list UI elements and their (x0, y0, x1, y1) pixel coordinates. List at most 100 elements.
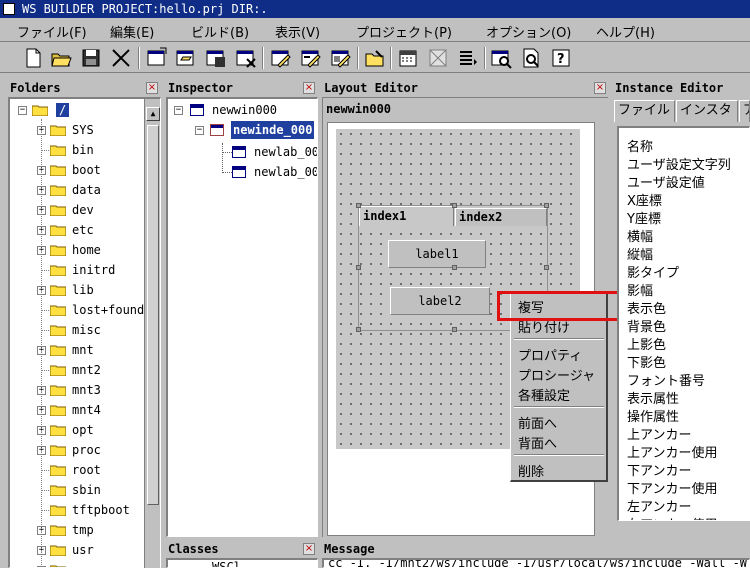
resize-handle[interactable] (544, 265, 549, 270)
layout-editor-close-icon[interactable]: × (594, 82, 606, 94)
property-item[interactable]: 上影色 (627, 334, 666, 353)
property-item[interactable]: 表示属性 (627, 388, 679, 407)
class-folder-icon[interactable] (364, 47, 386, 69)
folder-item[interactable]: +var (10, 561, 146, 567)
tab-instance[interactable]: インスタ (676, 100, 738, 122)
menu-help[interactable]: ヘルプ(H) (596, 22, 655, 41)
image-x-icon[interactable] (427, 47, 449, 69)
folder-item[interactable]: + dev (10, 201, 146, 221)
close-window-icon[interactable] (235, 47, 257, 69)
property-item[interactable]: 表示色 (627, 298, 666, 317)
save-window-icon[interactable] (205, 47, 227, 69)
label1-widget[interactable]: label1 (388, 240, 486, 268)
resize-handle[interactable] (452, 327, 457, 332)
ctx-send-back[interactable]: 背面へ (518, 433, 557, 452)
folder-item[interactable]: + home (10, 241, 146, 261)
menu-edit[interactable]: 編集(E) (110, 22, 154, 41)
menu-build[interactable]: ビルド(B) (191, 22, 249, 41)
tab-index1[interactable]: index1 (359, 206, 454, 226)
ctx-delete[interactable]: 削除 (518, 461, 544, 480)
property-item[interactable]: 背景色 (627, 316, 666, 335)
search-doc-icon[interactable] (520, 47, 542, 69)
property-item[interactable]: 上アンカー使用 (627, 442, 717, 461)
edit-window-2-icon[interactable] (300, 47, 322, 69)
menu-file[interactable]: ファイル(F) (17, 22, 87, 41)
folder-item[interactable]: + opt (10, 421, 146, 441)
folder-item[interactable]: tftpboot (10, 501, 146, 521)
folder-item[interactable]: initrd (10, 261, 146, 281)
tab-file[interactable]: ファイル (614, 100, 675, 122)
property-item[interactable]: ユーザ設定文字列 (627, 154, 731, 173)
new-window-icon[interactable] (146, 47, 168, 69)
folder-item[interactable]: + data (10, 181, 146, 201)
folder-item[interactable]: + etc (10, 221, 146, 241)
tab-more[interactable]: ア (739, 100, 750, 122)
property-item[interactable]: X座標 (627, 190, 662, 209)
property-item[interactable]: 名称 (627, 136, 653, 155)
menu-project[interactable]: プロジェクト(P) (356, 22, 452, 41)
property-item[interactable]: フォント番号 (627, 370, 705, 389)
resize-handle[interactable] (452, 265, 457, 270)
label2-widget[interactable]: label2 (390, 287, 490, 315)
open-window-icon[interactable] (175, 47, 197, 69)
folder-item[interactable]: root (10, 461, 146, 481)
save-disk-icon[interactable] (80, 47, 102, 69)
folder-item[interactable]: + tmp (10, 521, 146, 541)
resize-handle[interactable] (356, 203, 361, 208)
resize-handle[interactable] (544, 203, 549, 208)
folder-item[interactable]: + proc (10, 441, 146, 461)
ctx-settings[interactable]: 各種設定 (518, 385, 570, 404)
inspector-node[interactable]: newlab_001 (168, 163, 317, 183)
folder-item[interactable]: mnt2 (10, 361, 146, 381)
inspector-node[interactable]: − newwin000 (168, 101, 317, 121)
preview-icon[interactable] (490, 47, 512, 69)
property-item[interactable]: Y座標 (627, 208, 661, 227)
folder-item[interactable]: + SYS (10, 121, 146, 141)
property-item[interactable]: 左アンカー使用 (627, 514, 717, 520)
inspector-node-selected[interactable]: − newinde_000 (168, 121, 317, 141)
tab-index2[interactable]: index2 (455, 208, 547, 226)
scroll-up-icon[interactable]: ▲ (146, 107, 160, 121)
property-item[interactable]: 横幅 (627, 226, 653, 245)
property-item[interactable]: 影幅 (627, 280, 653, 299)
scroll-thumb[interactable] (147, 125, 159, 505)
property-item[interactable]: 左アンカー (627, 496, 691, 515)
folder-item[interactable]: + mnt4 (10, 401, 146, 421)
folders-close-icon[interactable]: × (146, 82, 158, 94)
ctx-properties[interactable]: プロパティ (518, 345, 582, 364)
property-item[interactable]: ユーザ設定値 (627, 172, 705, 191)
resize-handle[interactable] (356, 265, 361, 270)
folders-scrollbar[interactable]: ▲ (144, 99, 160, 568)
inspector-node[interactable]: newlab_000 (168, 143, 317, 173)
menu-view[interactable]: 表示(V) (275, 22, 320, 41)
new-file-icon[interactable] (22, 47, 44, 69)
folder-item[interactable]: sbin (10, 481, 146, 501)
folder-item[interactable]: bin (10, 141, 146, 161)
property-item[interactable]: 下影色 (627, 352, 666, 371)
resize-handle[interactable] (356, 327, 361, 332)
folder-item[interactable]: + lib (10, 281, 146, 301)
help-icon[interactable]: ? (550, 47, 572, 69)
resize-handle[interactable] (452, 203, 457, 208)
list-icon[interactable] (457, 47, 479, 69)
menu-options[interactable]: オプション(O) (486, 22, 571, 41)
class-item[interactable]: WSCl (212, 560, 241, 567)
folder-item[interactable]: + mnt (10, 341, 146, 361)
property-item[interactable]: 下アンカー (627, 460, 691, 479)
property-item[interactable]: 影タイプ (627, 262, 679, 281)
ctx-bring-front[interactable]: 前面へ (518, 413, 557, 432)
edit-window-3-icon[interactable] (330, 47, 352, 69)
cut-scissors-icon[interactable] (110, 47, 132, 69)
calendar-icon[interactable] (397, 47, 419, 69)
edit-window-icon[interactable] (270, 47, 292, 69)
folder-item[interactable]: misc (10, 321, 146, 341)
folder-item[interactable]: + usr (10, 541, 146, 561)
folder-root[interactable]: − / (10, 101, 150, 121)
open-folder-icon[interactable] (50, 47, 72, 69)
classes-close-icon[interactable]: × (303, 543, 315, 555)
inspector-close-icon[interactable]: × (303, 82, 315, 94)
folder-item[interactable]: + mnt3 (10, 381, 146, 401)
folder-item[interactable]: + boot (10, 161, 146, 181)
property-item[interactable]: 下アンカー使用 (627, 478, 717, 497)
ctx-procedure[interactable]: プロシージャ (518, 365, 595, 384)
